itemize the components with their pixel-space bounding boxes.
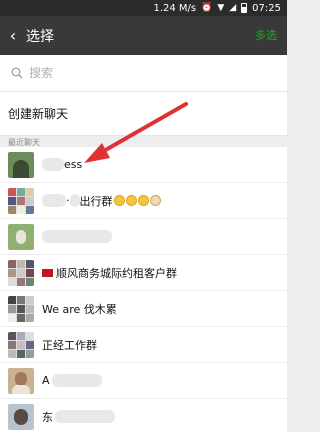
create-new-chat-item[interactable]: 创建新聊天 bbox=[0, 92, 287, 136]
recent-chat-list: ess · 出行群 顺风商务城际约租客户群 We are 伐木累 正经工作群 A… bbox=[0, 147, 287, 432]
list-item[interactable]: A bbox=[0, 363, 287, 399]
blurred-text bbox=[51, 374, 102, 387]
list-item[interactable]: ess bbox=[0, 147, 287, 183]
list-item[interactable]: 顺风商务城际约租客户群 bbox=[0, 255, 287, 291]
group-avatar bbox=[8, 259, 34, 286]
chat-name: · 出行群 bbox=[42, 193, 161, 209]
list-item[interactable]: We are 伐木累 bbox=[0, 291, 287, 327]
multi-select-button[interactable]: 多选 bbox=[255, 27, 277, 43]
list-item[interactable]: 东 bbox=[0, 399, 287, 432]
clock: 07:25 bbox=[252, 2, 281, 14]
chat-name: A bbox=[42, 374, 102, 387]
back-button[interactable]: ‹ bbox=[0, 16, 26, 55]
create-new-chat-label: 创建新聊天 bbox=[8, 107, 69, 121]
blurred-text bbox=[42, 158, 64, 171]
blurred-text bbox=[42, 194, 66, 207]
search-bar[interactable] bbox=[0, 55, 287, 92]
avatar bbox=[8, 223, 34, 250]
battery-icon bbox=[241, 3, 248, 13]
chat-name: 正经工作群 bbox=[42, 338, 97, 352]
blurred-text bbox=[69, 194, 80, 207]
title-bar: ‹ 选择 多选 bbox=[0, 16, 287, 55]
avatar bbox=[8, 403, 34, 430]
alarm-icon: ⏰ bbox=[201, 2, 213, 13]
list-item[interactable] bbox=[0, 219, 287, 255]
search-icon bbox=[11, 67, 23, 79]
avatar bbox=[8, 151, 34, 178]
group-avatar bbox=[8, 295, 34, 322]
chat-name: We are 伐木累 bbox=[42, 302, 117, 316]
blurred-text bbox=[55, 410, 115, 423]
signal-icon: ◢ bbox=[229, 2, 237, 13]
praying-hands-emoji-icon bbox=[149, 195, 161, 206]
group-avatar bbox=[8, 187, 34, 214]
chat-name bbox=[42, 230, 112, 243]
group-avatar bbox=[8, 331, 34, 358]
chat-name: 顺风商务城际约租客户群 bbox=[42, 265, 177, 281]
list-item[interactable]: · 出行群 bbox=[0, 183, 287, 219]
avatar bbox=[8, 367, 34, 394]
status-bar: 1.24 M/s ⏰ ▼ ◢ 07:25 bbox=[0, 0, 287, 16]
chevron-left-icon: ‹ bbox=[9, 26, 17, 45]
smiley-emoji-icon bbox=[137, 195, 149, 206]
blurred-text bbox=[42, 230, 112, 243]
flag-icon bbox=[42, 268, 53, 277]
chat-name: ess bbox=[42, 158, 82, 171]
wifi-icon: ▼ bbox=[217, 2, 225, 13]
smiley-emoji-icon bbox=[125, 195, 137, 206]
search-input[interactable] bbox=[29, 66, 229, 80]
smiley-emoji-icon bbox=[113, 195, 125, 206]
page-title: 选择 bbox=[26, 28, 54, 45]
list-item[interactable]: 正经工作群 bbox=[0, 327, 287, 363]
chat-name: 东 bbox=[42, 409, 115, 425]
network-speed: 1.24 M/s bbox=[153, 2, 197, 14]
